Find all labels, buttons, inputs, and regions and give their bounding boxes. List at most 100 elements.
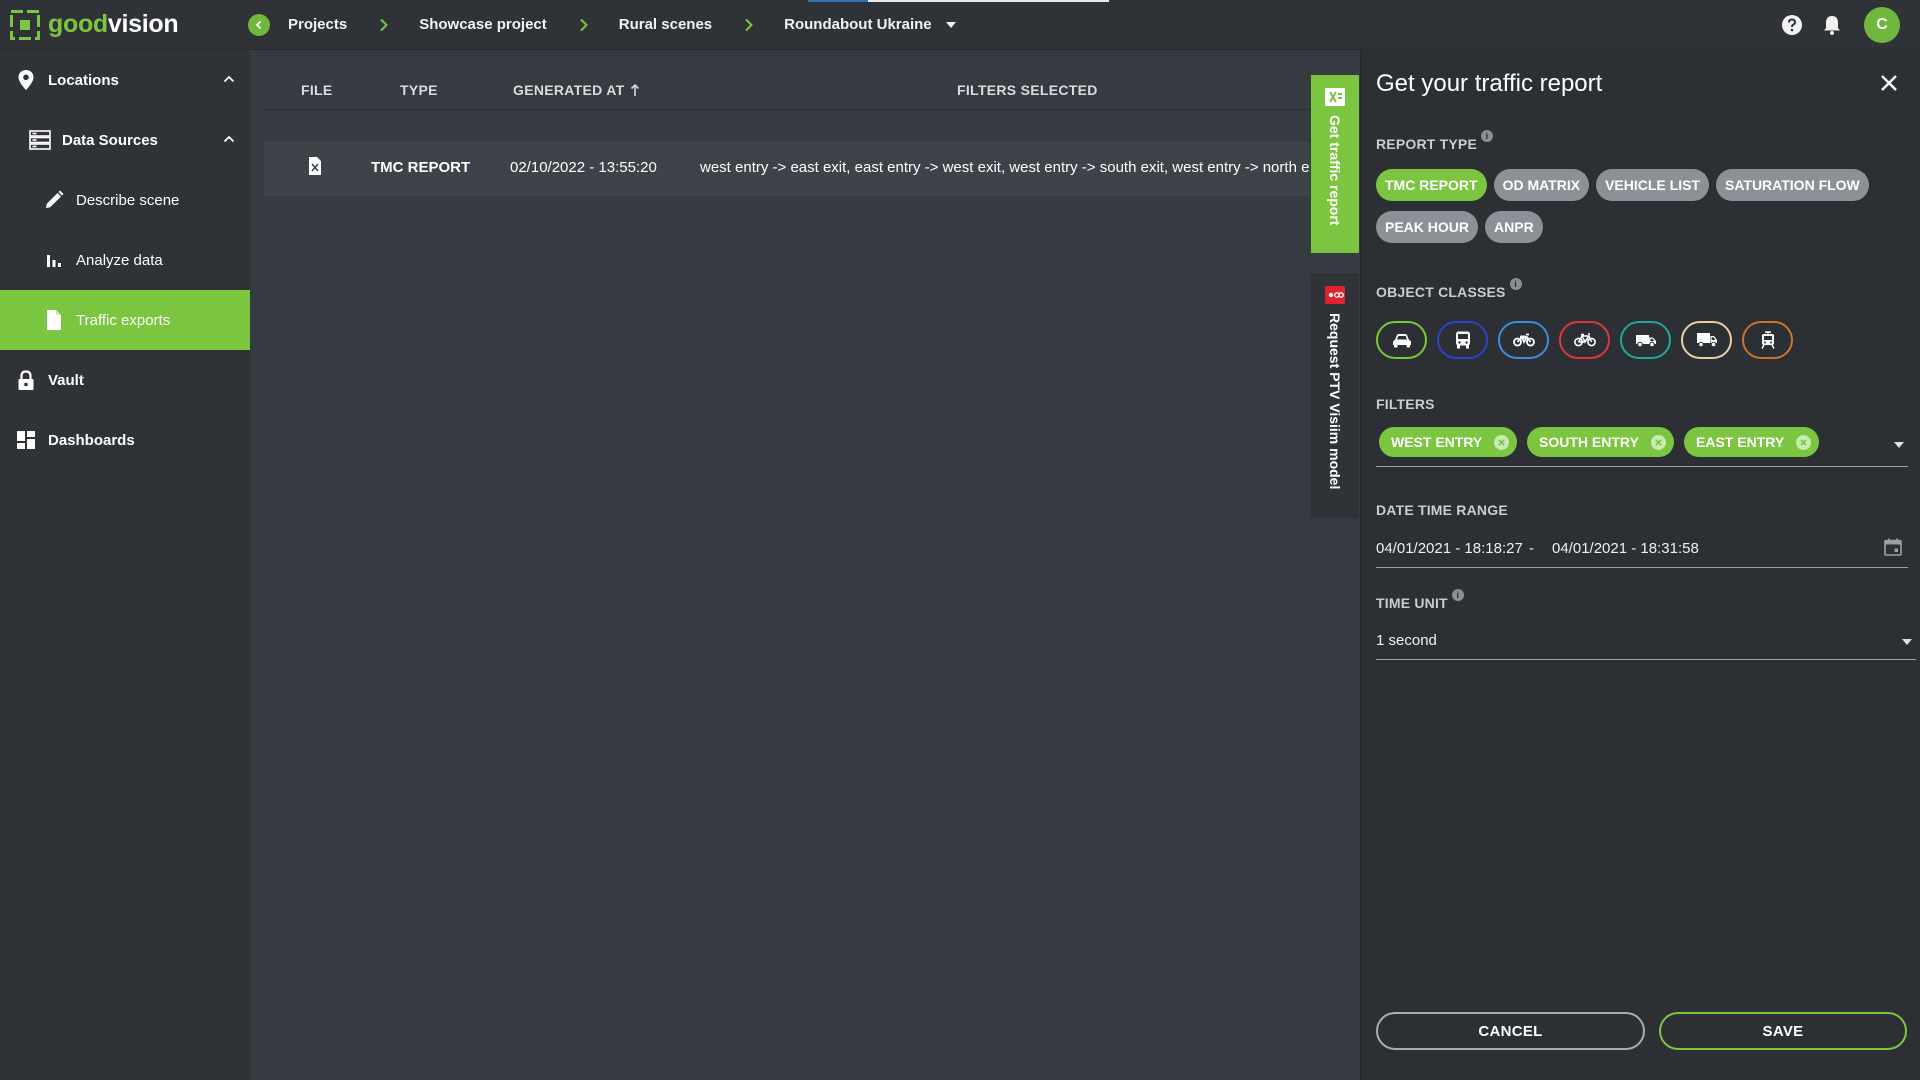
object-class-truck[interactable]: [1681, 321, 1732, 359]
info-icon[interactable]: i: [1481, 130, 1493, 142]
time-unit-label: TIME UNIT i: [1376, 589, 1464, 611]
table-row[interactable]: TMC REPORT 02/10/2022 - 13:55:20 west en…: [264, 142, 1310, 196]
breadcrumb-showcase-project[interactable]: Showcase project: [419, 16, 547, 33]
column-header-filters-selected[interactable]: FILTERS SELECTED: [957, 82, 1098, 98]
calendar-icon[interactable]: [1884, 538, 1904, 558]
column-header-generated-at[interactable]: GENERATED AT: [513, 82, 640, 98]
filter-chip-south-entry[interactable]: SOUTH ENTRY: [1527, 427, 1674, 457]
date-time-range-label: DATE TIME RANGE: [1376, 502, 1508, 518]
caret-down-icon[interactable]: [945, 21, 956, 28]
sidebar-item-traffic-exports[interactable]: Traffic exports: [0, 290, 250, 350]
breadcrumb-projects[interactable]: Projects: [288, 16, 347, 33]
object-class-bicycle[interactable]: [1559, 321, 1610, 359]
filter-chip-label: WEST ENTRY: [1391, 434, 1483, 450]
object-class-car[interactable]: [1376, 321, 1427, 359]
report-type-anpr[interactable]: ANPR: [1485, 211, 1543, 243]
sidebar-item-vault[interactable]: Vault: [0, 350, 250, 410]
goodvision-logo[interactable]: goodvision: [9, 8, 236, 41]
info-icon[interactable]: i: [1509, 278, 1522, 290]
report-type-tmc-report[interactable]: TMC REPORT: [1376, 169, 1487, 201]
date-time-range-field[interactable]: 04/01/2021 - 18:18:27 - 04/01/2021 - 18:…: [1376, 534, 1908, 568]
row-filters: west entry -> east exit, east entry -> w…: [700, 159, 1310, 176]
sidebar-item-data-sources[interactable]: Data Sources: [0, 110, 250, 170]
tab-get-traffic-report[interactable]: Get traffic report: [1311, 75, 1359, 253]
column-header-type[interactable]: TYPE: [400, 82, 438, 98]
report-type-vehicle-list[interactable]: VEHICLE LIST: [1596, 169, 1709, 201]
bus-icon: [1455, 331, 1470, 349]
remove-filter-icon[interactable]: [1494, 434, 1510, 450]
report-type-peak-hour[interactable]: PEAK HOUR: [1376, 211, 1479, 243]
breadcrumb-rural-scenes[interactable]: Rural scenes: [619, 16, 712, 33]
top-bar: goodvision Projects Showcase project Rur…: [0, 0, 1920, 50]
object-class-selector: [1376, 321, 1793, 359]
filter-chip-east-entry[interactable]: EAST ENTRY: [1684, 427, 1820, 457]
user-avatar[interactable]: C: [1864, 7, 1900, 43]
info-icon[interactable]: i: [1451, 589, 1464, 601]
cancel-button[interactable]: CANCEL: [1376, 1012, 1645, 1050]
lock-icon: [14, 368, 38, 392]
chevron-right-icon: [579, 18, 589, 32]
sidebar-item-dashboards[interactable]: Dashboards: [0, 410, 250, 470]
object-class-bus[interactable]: [1437, 321, 1488, 359]
filter-chip-label: SOUTH ENTRY: [1539, 434, 1639, 450]
sidebar: Locations Data Sources Describe scene An…: [0, 50, 250, 1080]
location-pin-icon: [14, 68, 38, 92]
back-button[interactable]: [248, 13, 270, 36]
tab-request-ptv-model[interactable]: Request PTV Visiim model: [1311, 273, 1359, 518]
caret-down-icon[interactable]: [1894, 442, 1904, 448]
file-icon: [42, 308, 66, 332]
object-class-motorcycle[interactable]: [1498, 321, 1549, 359]
filters-select[interactable]: WEST ENTRY SOUTH ENTRY EAST ENTRY: [1376, 427, 1908, 467]
help-icon[interactable]: [1780, 13, 1804, 37]
sidebar-item-analyze-data[interactable]: Analyze data: [0, 230, 250, 290]
van-icon: [1635, 335, 1656, 347]
sidebar-item-label: Dashboards: [48, 431, 135, 449]
breadcrumb-roundabout-ukraine[interactable]: Roundabout Ukraine: [784, 16, 932, 33]
object-classes-label: OBJECT CLASSES i: [1376, 278, 1522, 300]
date-to[interactable]: 04/01/2021 - 18:31:58: [1552, 540, 1699, 557]
filter-chip-west-entry[interactable]: WEST ENTRY: [1379, 427, 1518, 457]
bar-chart-icon: [42, 248, 66, 272]
loading-progress-bar: [808, 0, 1109, 2]
sidebar-item-label: Describe scene: [76, 191, 180, 209]
sidebar-item-label: Vault: [48, 371, 84, 389]
filter-chip-label: EAST ENTRY: [1696, 434, 1785, 450]
column-header-file[interactable]: FILE: [301, 82, 333, 98]
traffic-report-panel: Get your traffic report REPORT TYPE i TMC…: [1360, 50, 1920, 1080]
tram-icon: [1760, 331, 1775, 349]
object-class-van[interactable]: [1620, 321, 1671, 359]
report-type-selector: TMC REPORT OD MATRIX VEHICLE LIST SATURA…: [1376, 169, 1906, 243]
excel-file-icon[interactable]: [308, 157, 322, 179]
close-icon[interactable]: [1880, 74, 1900, 94]
tab-label: Get traffic report: [1327, 115, 1343, 226]
caret-down-icon[interactable]: [1902, 639, 1912, 645]
filters-label: FILTERS: [1376, 396, 1435, 412]
chevron-up-icon[interactable]: [222, 72, 236, 86]
ptv-logo-icon: [1325, 285, 1345, 305]
chevron-left-icon: [255, 20, 262, 29]
date-from[interactable]: 04/01/2021 - 18:18:27: [1376, 540, 1523, 557]
sort-ascending-icon: [631, 83, 640, 96]
report-type-saturation-flow[interactable]: SATURATION FLOW: [1715, 169, 1869, 201]
time-unit-value: 1 second: [1376, 632, 1437, 649]
report-type-od-matrix[interactable]: OD MATRIX: [1493, 169, 1590, 201]
chevron-right-icon: [379, 18, 389, 32]
report-type-label: REPORT TYPE i: [1376, 130, 1493, 152]
bell-icon[interactable]: [1820, 13, 1844, 37]
object-class-tram[interactable]: [1742, 321, 1793, 359]
sidebar-item-describe-scene[interactable]: Describe scene: [0, 170, 250, 230]
truck-icon: [1696, 333, 1717, 348]
date-separator: -: [1529, 540, 1534, 557]
tab-label: Request PTV Visiim model: [1327, 313, 1343, 490]
motorcycle-icon: [1512, 333, 1535, 347]
row-type: TMC REPORT: [371, 159, 471, 176]
sidebar-item-label: Locations: [48, 71, 119, 89]
time-unit-select[interactable]: 1 second: [1376, 628, 1916, 660]
row-generated-at: 02/10/2022 - 13:55:20: [510, 159, 657, 176]
sidebar-item-label: Analyze data: [76, 251, 163, 269]
sidebar-item-locations[interactable]: Locations: [0, 50, 250, 110]
remove-filter-icon[interactable]: [1650, 434, 1666, 450]
chevron-up-icon[interactable]: [222, 132, 236, 146]
remove-filter-icon[interactable]: [1796, 434, 1812, 450]
save-button[interactable]: SAVE: [1659, 1012, 1907, 1050]
